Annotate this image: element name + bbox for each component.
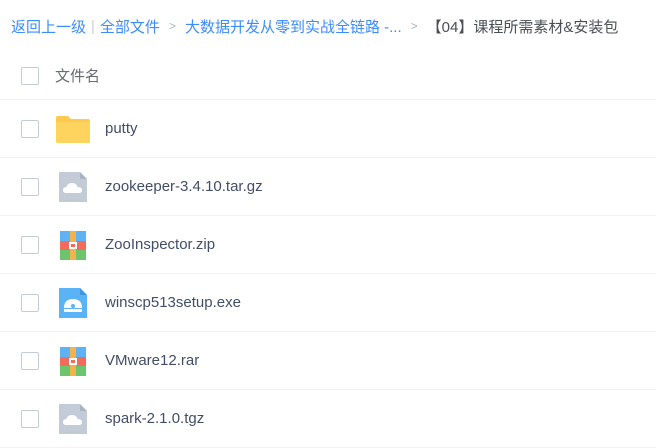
- table-header: 文件名: [0, 52, 656, 100]
- row-checkbox[interactable]: [21, 177, 39, 196]
- breadcrumb: 返回上一级 | 全部文件 > 大数据开发从零到实战全链路 -... > 【04】…: [11, 0, 656, 52]
- cloud-file-icon: [59, 403, 87, 434]
- file-row[interactable]: zookeeper-3.4.10.tar.gz: [0, 158, 656, 216]
- row-checkbox[interactable]: [21, 293, 39, 312]
- archive-icon: [60, 346, 86, 376]
- row-checkbox[interactable]: [21, 235, 39, 254]
- chevron-right-icon: >: [168, 19, 176, 33]
- file-name[interactable]: winscp513setup.exe: [105, 294, 241, 311]
- file-row[interactable]: ZooInspector.zip: [0, 216, 656, 274]
- breadcrumb-current-folder: 【04】课程所需素材&安装包: [426, 18, 619, 36]
- file-row[interactable]: winscp513setup.exe: [0, 274, 656, 332]
- file-name[interactable]: spark-2.1.0.tgz: [105, 410, 204, 427]
- file-row[interactable]: spark-2.1.0.tgz: [0, 390, 656, 448]
- row-checkbox[interactable]: [21, 409, 39, 428]
- breadcrumb-all-files[interactable]: 全部文件: [100, 16, 160, 37]
- select-all-checkbox[interactable]: [21, 66, 39, 85]
- cloud-file-icon: [59, 171, 87, 202]
- file-row[interactable]: VMware12.rar: [0, 332, 656, 390]
- folder-icon: [56, 115, 90, 143]
- breadcrumb-separator: |: [91, 17, 95, 35]
- file-name[interactable]: putty: [105, 120, 138, 137]
- chevron-right-icon: >: [410, 19, 418, 33]
- file-name[interactable]: VMware12.rar: [105, 352, 199, 369]
- file-name[interactable]: ZooInspector.zip: [105, 236, 215, 253]
- back-link[interactable]: 返回上一级: [11, 16, 86, 37]
- file-name[interactable]: zookeeper-3.4.10.tar.gz: [105, 178, 263, 195]
- row-checkbox[interactable]: [21, 351, 39, 370]
- row-checkbox[interactable]: [21, 119, 39, 138]
- file-row[interactable]: putty: [0, 100, 656, 158]
- installer-icon: [59, 287, 87, 318]
- column-header-filename[interactable]: 文件名: [55, 65, 100, 86]
- archive-icon: [60, 230, 86, 260]
- breadcrumb-parent-folder[interactable]: 大数据开发从零到实战全链路 -...: [185, 16, 402, 37]
